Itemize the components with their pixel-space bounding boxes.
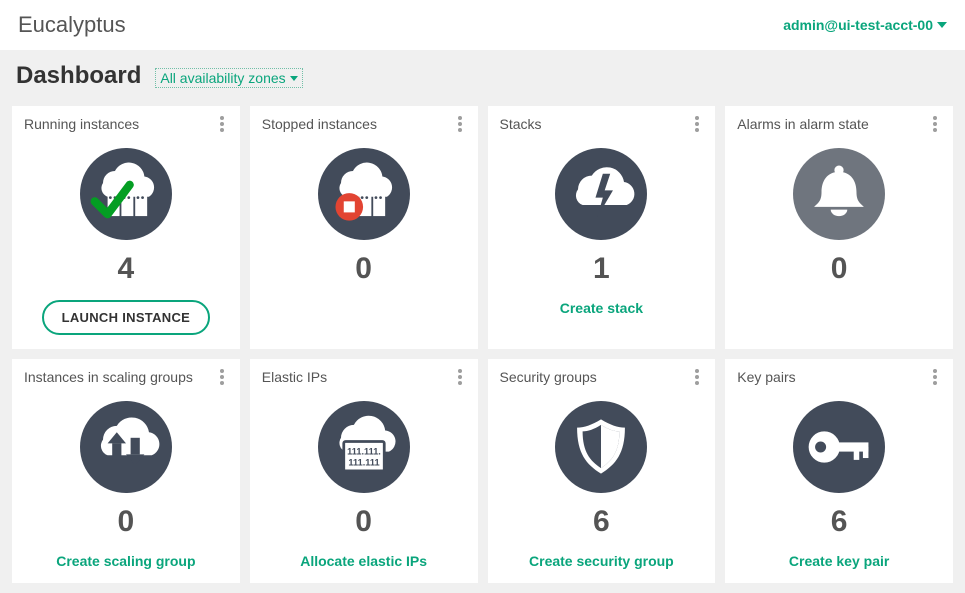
tile-security-groups: Security groups 6 Create security group: [488, 359, 716, 583]
caret-down-icon: [937, 22, 947, 28]
svg-text:111.111.: 111.111.: [347, 446, 381, 456]
tile-count: 6: [593, 505, 610, 539]
tile-title: Key pairs: [737, 369, 795, 385]
tile-key-pairs: Key pairs 6 Create key pair: [725, 359, 953, 583]
caret-down-icon: [290, 76, 298, 81]
tile-menu-button[interactable]: [212, 114, 232, 134]
kebab-icon: [933, 369, 937, 385]
elastic-ips-icon: 111.111. 111.111: [318, 401, 410, 493]
tile-title: Stacks: [500, 116, 542, 132]
topbar: Eucalyptus admin@ui-test-acct-00: [0, 0, 965, 50]
create-stack-link[interactable]: Create stack: [560, 300, 643, 316]
running-instances-icon: [80, 148, 172, 240]
tile-stacks: Stacks 1 Create stack: [488, 106, 716, 349]
tile-title: Security groups: [500, 369, 597, 385]
tile-count: 0: [118, 505, 135, 539]
launch-instance-button[interactable]: LAUNCH INSTANCE: [42, 300, 210, 335]
tile-title: Alarms in alarm state: [737, 116, 868, 132]
dashboard-grid: Running instances 4 LAUNCH INSTANC: [0, 96, 965, 593]
alarm-bell-icon: [793, 148, 885, 240]
tile-stopped-instances: Stopped instances 0: [250, 106, 478, 349]
kebab-icon: [458, 116, 462, 132]
svg-text:111.111: 111.111: [348, 457, 379, 467]
tile-menu-button[interactable]: [687, 114, 707, 134]
brand-title: Eucalyptus: [18, 12, 126, 38]
tile-title: Running instances: [24, 116, 139, 132]
tile-menu-button[interactable]: [450, 114, 470, 134]
tile-menu-button[interactable]: [925, 367, 945, 387]
user-menu[interactable]: admin@ui-test-acct-00: [783, 17, 947, 33]
tile-title: Stopped instances: [262, 116, 377, 132]
kebab-icon: [695, 369, 699, 385]
tile-count: 0: [831, 252, 848, 286]
tile-menu-button[interactable]: [212, 367, 232, 387]
page-title: Dashboard: [16, 62, 141, 90]
kebab-icon: [220, 116, 224, 132]
tile-running-instances: Running instances 4 LAUNCH INSTANC: [12, 106, 240, 349]
tile-menu-button[interactable]: [925, 114, 945, 134]
dashboard-page: Eucalyptus admin@ui-test-acct-00 Dashboa…: [0, 0, 965, 593]
stopped-instances-icon: [318, 148, 410, 240]
tile-menu-button[interactable]: [687, 367, 707, 387]
tile-count: 0: [355, 252, 372, 286]
tile-alarms: Alarms in alarm state 0: [725, 106, 953, 349]
kebab-icon: [458, 369, 462, 385]
tile-scaling-groups: Instances in scaling groups 0 Create: [12, 359, 240, 583]
security-groups-icon: [555, 401, 647, 493]
key-pairs-icon: [793, 401, 885, 493]
zone-filter-label: All availability zones: [160, 70, 285, 86]
tile-count: 4: [118, 252, 135, 286]
tile-count: 0: [355, 505, 372, 539]
scaling-group-icon: [80, 401, 172, 493]
user-menu-label: admin@ui-test-acct-00: [783, 17, 933, 33]
kebab-icon: [220, 369, 224, 385]
tile-elastic-ips: Elastic IPs 111.111. 111.111 0 Allocate …: [250, 359, 478, 583]
tile-title: Instances in scaling groups: [24, 369, 193, 385]
tile-title: Elastic IPs: [262, 369, 327, 385]
tile-count: 6: [831, 505, 848, 539]
tile-menu-button[interactable]: [450, 367, 470, 387]
stacks-icon: [555, 148, 647, 240]
kebab-icon: [933, 116, 937, 132]
zone-filter-dropdown[interactable]: All availability zones: [155, 68, 302, 88]
tile-count: 1: [593, 252, 610, 286]
sub-header: Dashboard All availability zones: [0, 50, 965, 96]
kebab-icon: [695, 116, 699, 132]
